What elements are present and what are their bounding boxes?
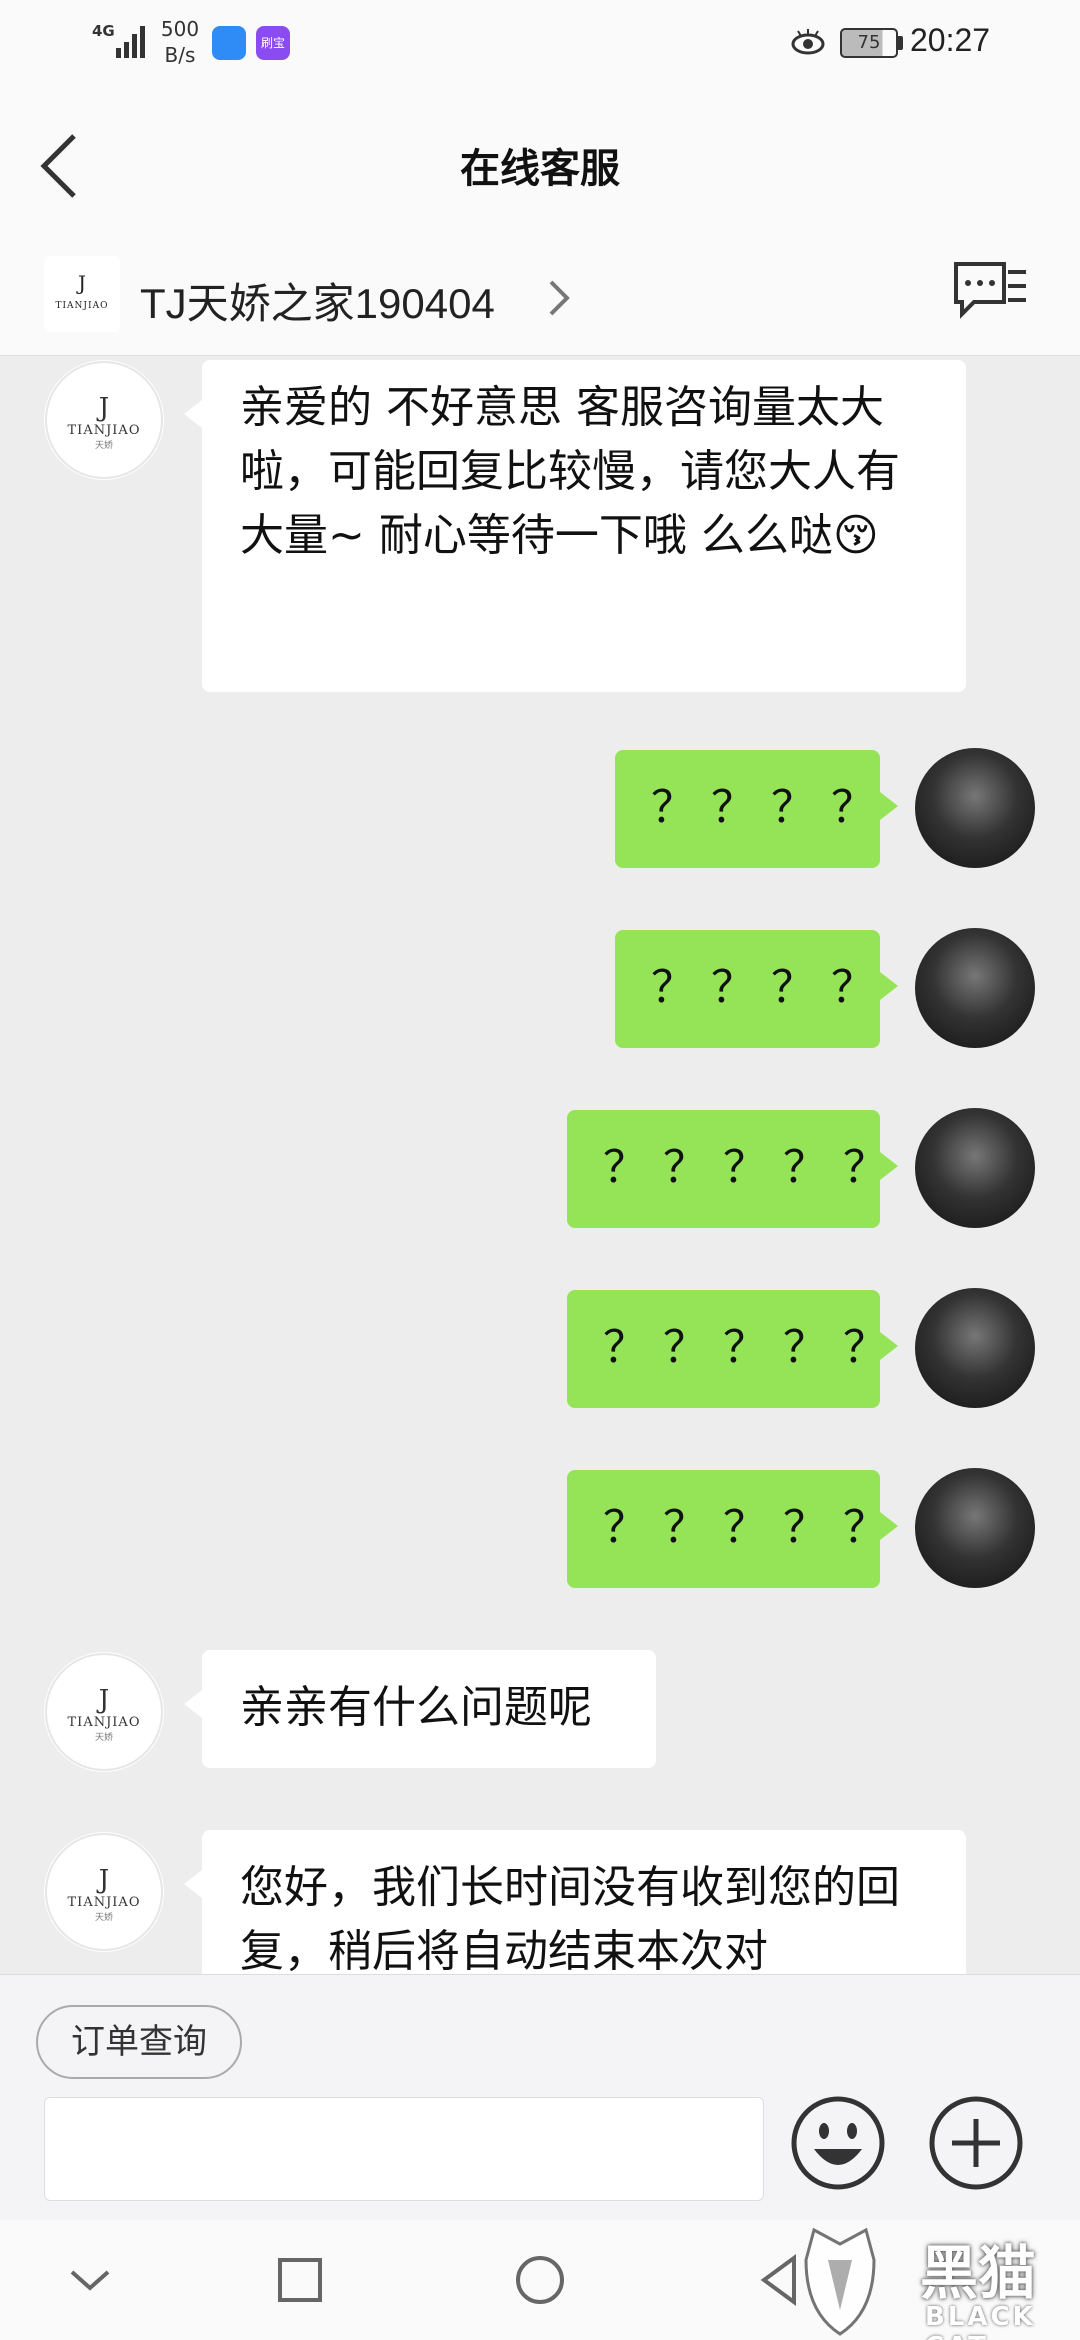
network-type: 4G	[92, 22, 115, 40]
shop-avatar[interactable]: J TIANJIAO 天娇	[44, 1652, 164, 1772]
eye-comfort-icon	[791, 29, 825, 55]
hotspot-icon	[212, 26, 246, 60]
svg-text:TIANJIAO: TIANJIAO	[68, 1715, 141, 1730]
svg-text:J: J	[76, 271, 86, 295]
message-bubble[interactable]: 您好，我们长时间没有收到您的回复，稍后将自动结束本次对	[184, 1830, 966, 1974]
user-avatar[interactable]	[915, 1468, 1035, 1588]
shop-logo: J TIANJIAO	[44, 256, 120, 332]
svg-text:J: J	[96, 1685, 109, 1715]
speed-value: 500	[160, 17, 200, 41]
user-avatar[interactable]	[915, 1288, 1035, 1408]
shop-avatar[interactable]: J TIANJIAO 天娇	[44, 1832, 164, 1952]
svg-text:TIANJIAO: TIANJIAO	[68, 423, 141, 438]
shop-name[interactable]: TJ天娇之家190404	[140, 270, 495, 331]
shop-logo-icon: J TIANJIAO 天娇	[45, 1653, 163, 1771]
recents-square-icon[interactable]	[270, 2250, 330, 2310]
user-avatar[interactable]	[915, 928, 1035, 1048]
message-bubble[interactable]: 亲爱的 不好意思 客服咨询量太大啦，可能回复比较慢，请您大人有大量~ 耐心等待一…	[184, 360, 966, 692]
svg-text:天娇: 天娇	[95, 1732, 113, 1743]
svg-text:天娇: 天娇	[95, 440, 113, 451]
message-input[interactable]	[44, 2097, 764, 2201]
chevron-down-icon[interactable]	[60, 2250, 120, 2310]
page-title: 在线客服	[460, 146, 620, 192]
app-badge: 刷宝	[256, 26, 290, 60]
message-bubble[interactable]: ？？？？？	[567, 1470, 898, 1588]
home-circle-icon[interactable]	[510, 2250, 570, 2310]
message-bubble[interactable]: ？？？？？	[567, 1290, 898, 1408]
message-bubble[interactable]: ？？？？	[615, 750, 898, 868]
input-panel: 订单查询	[0, 1974, 1080, 2220]
shop-logo-icon: J TIANJIAO 天娇	[45, 361, 163, 479]
chat-area[interactable]: J TIANJIAO 天娇 亲爱的 不好意思 客服咨询量太大啦，可能回复比较慢，…	[0, 356, 1080, 1974]
message-bubble[interactable]: ？？？？？	[567, 1110, 898, 1228]
plus-icon[interactable]	[928, 2095, 1024, 2191]
user-avatar[interactable]	[915, 1108, 1035, 1228]
message-bubble[interactable]: 亲亲有什么问题呢	[184, 1650, 656, 1768]
shop-bar[interactable]: J TIANJIAO TJ天娇之家190404	[0, 236, 1080, 356]
emoji-icon[interactable]	[790, 2095, 886, 2191]
watermark-brand: 黑猫	[920, 2239, 1037, 2307]
battery-tip	[898, 36, 903, 50]
message-bubble[interactable]: ？？？？	[615, 930, 898, 1048]
clock: 20:27	[910, 22, 991, 58]
app-header: 在线客服	[0, 86, 1080, 236]
speed-unit: B/s	[164, 43, 196, 67]
svg-text:天娇: 天娇	[95, 1912, 113, 1923]
order-query-button[interactable]: 订单查询	[36, 2005, 242, 2079]
user-avatar[interactable]	[915, 748, 1035, 868]
network-speed: 500 B/s	[160, 16, 200, 68]
message-list-icon[interactable]	[950, 258, 1030, 328]
svg-text:J: J	[96, 1865, 109, 1895]
watermark-brand-en: BLACK CAT	[925, 2302, 1036, 2340]
shop-avatar[interactable]: J TIANJIAO 天娇	[44, 360, 164, 480]
battery-icon: 75	[840, 28, 898, 58]
chevron-right-icon	[549, 280, 570, 316]
svg-text:J: J	[96, 393, 109, 423]
status-bar: 4G 500 B/s 刷宝 75 20:27	[0, 0, 1080, 86]
svg-text:TIANJIAO: TIANJIAO	[56, 301, 109, 311]
shop-logo-icon: J TIANJIAO 天娇	[45, 1833, 163, 1951]
svg-text:TIANJIAO: TIANJIAO	[68, 1895, 141, 1910]
